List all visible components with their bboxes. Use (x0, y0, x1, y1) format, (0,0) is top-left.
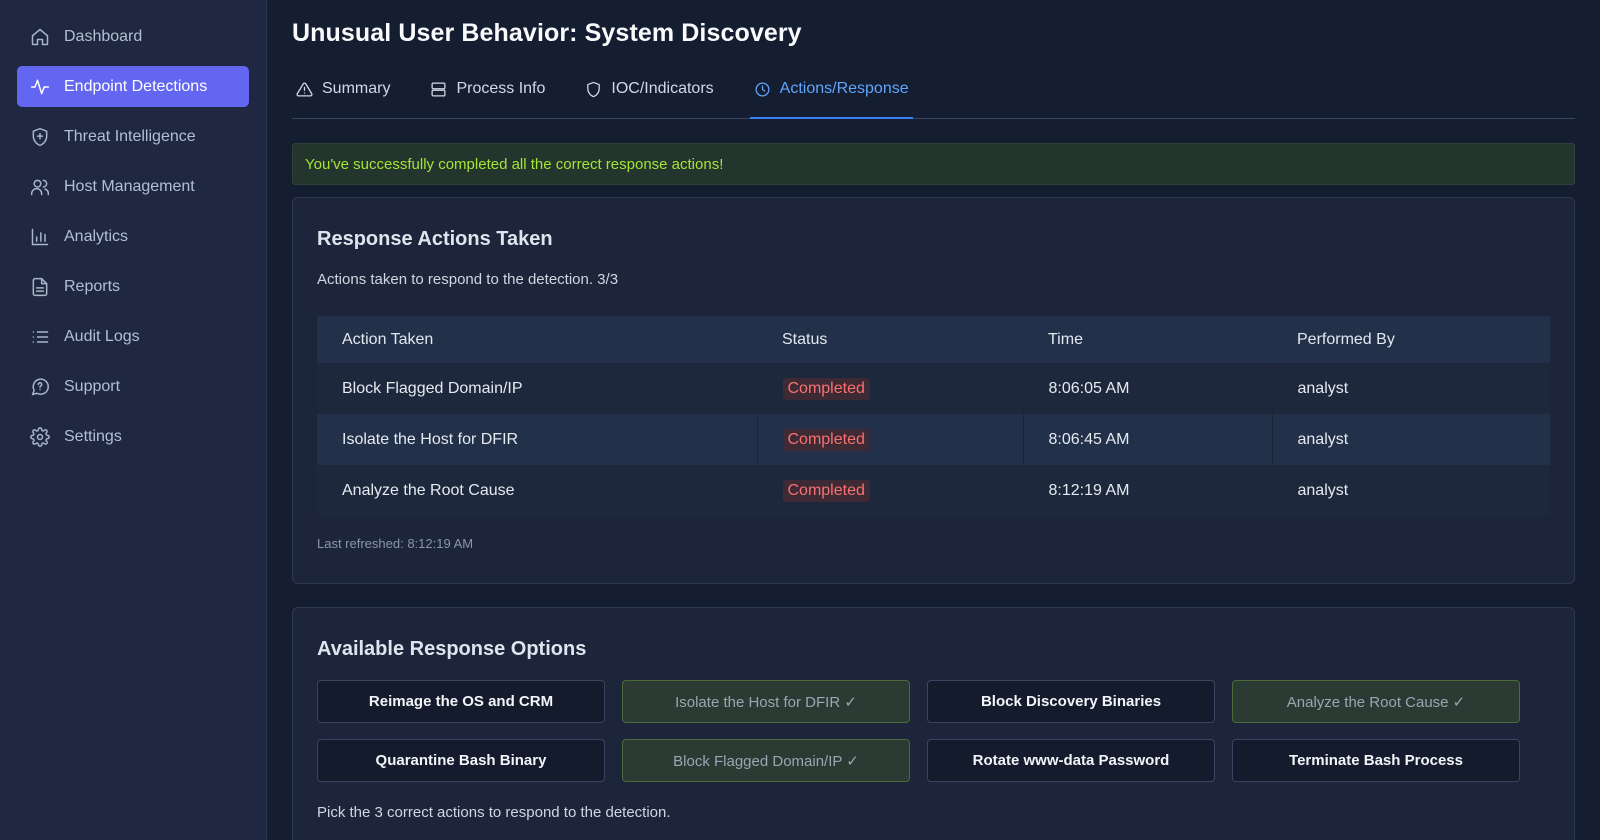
tab-actions-response[interactable]: Actions/Response (749, 80, 913, 119)
page-title: Unusual User Behavior: System Discovery (292, 19, 802, 47)
column-header: Action Taken (342, 330, 434, 348)
tab-bar: Summary Process Info IOC/Indicators Acti… (292, 80, 1575, 119)
sidebar-item-label: Endpoint Detections (64, 77, 208, 95)
table-header-row: Action Taken Status Time Performed By (317, 316, 1550, 363)
users-icon (29, 176, 51, 198)
performed-by-cell: analyst (1297, 481, 1349, 499)
chat-icon (29, 376, 51, 398)
time-cell: 8:06:05 AM (1023, 363, 1273, 414)
sidebar-item-dashboard[interactable]: Dashboard (17, 16, 249, 57)
list-icon (29, 326, 51, 348)
tab-ioc-indicators[interactable]: IOC/Indicators (581, 80, 717, 119)
sidebar-item-analytics[interactable]: Analytics (17, 216, 249, 257)
actions-table: Action Taken Status Time Performed By Bl… (317, 316, 1550, 516)
performed-by-cell: analyst (1297, 430, 1349, 448)
status-cell: Completed (757, 414, 1024, 465)
bar-chart-icon (29, 226, 51, 248)
success-alert: You've successfully completed all the co… (292, 143, 1575, 185)
sidebar-item-label: Analytics (64, 227, 129, 245)
sidebar: Dashboard Endpoint Detections Threat Int… (0, 0, 267, 840)
tab-label: Actions/Response (779, 80, 909, 97)
options-hint-text: Pick the 3 correct actions to respond to… (317, 804, 671, 821)
option-terminate-bash-button[interactable]: Terminate Bash Process (1232, 739, 1520, 782)
option-reimage-os-button[interactable]: Reimage the OS and CRM (317, 680, 605, 723)
sidebar-item-support[interactable]: Support (17, 366, 249, 407)
status-badge: Completed (782, 428, 870, 451)
performed-by-cell: analyst (1297, 379, 1349, 397)
table-row: Analyze the Root Cause Completed 8:12:19… (317, 465, 1550, 516)
column-header: Status (782, 330, 828, 348)
tab-label: Process Info (456, 80, 546, 97)
sidebar-item-label: Host Management (64, 177, 195, 195)
sidebar-item-endpoint-detections[interactable]: Endpoint Detections (17, 66, 249, 107)
server-icon (430, 81, 448, 99)
status-badge: Completed (782, 377, 870, 400)
document-icon (29, 276, 51, 298)
sidebar-item-settings[interactable]: Settings (17, 416, 249, 457)
table-row: Isolate the Host for DFIR Completed 8:06… (317, 414, 1550, 465)
status-cell: Completed (757, 363, 1024, 414)
option-quarantine-bash-button[interactable]: Quarantine Bash Binary (317, 739, 605, 782)
action-cell: Block Flagged Domain/IP (317, 363, 758, 414)
shield-plus-icon (29, 126, 51, 148)
gear-icon (29, 426, 51, 448)
last-refreshed-text: Last refreshed: 8:12:19 AM (317, 536, 474, 551)
card-description: Actions taken to respond to the detectio… (317, 271, 619, 288)
table-row: Block Flagged Domain/IP Completed 8:06:0… (317, 363, 1550, 414)
option-block-discovery-binaries-button[interactable]: Block Discovery Binaries (927, 680, 1215, 723)
option-rotate-password-button[interactable]: Rotate www-data Password (927, 739, 1215, 782)
clock-icon (754, 81, 772, 99)
sidebar-item-host-management[interactable]: Host Management (17, 166, 249, 207)
column-header: Performed By (1297, 330, 1395, 348)
option-isolate-host-button[interactable]: Isolate the Host for DFIR ✓ (622, 680, 910, 723)
sidebar-item-label: Reports (64, 277, 121, 295)
tab-summary[interactable]: Summary (292, 80, 394, 119)
option-block-domain-button[interactable]: Block Flagged Domain/IP ✓ (622, 739, 910, 782)
main-content: Unusual User Behavior: System Discovery … (292, 0, 1575, 840)
sidebar-item-label: Settings (64, 427, 122, 445)
tab-label: Summary (322, 80, 391, 97)
tab-process-info[interactable]: Process Info (426, 80, 549, 119)
sidebar-item-reports[interactable]: Reports (17, 266, 249, 307)
sidebar-item-label: Threat Intelligence (64, 127, 196, 145)
sidebar-item-threat-intelligence[interactable]: Threat Intelligence (17, 116, 249, 157)
tab-label: IOC/Indicators (611, 80, 714, 97)
card-title: Response Actions Taken (317, 228, 553, 250)
warning-icon (296, 81, 314, 99)
response-actions-card: Response Actions Taken Actions taken to … (292, 197, 1575, 584)
sidebar-item-audit-logs[interactable]: Audit Logs (17, 316, 249, 357)
action-cell: Isolate the Host for DFIR (317, 414, 758, 465)
column-header: Time (1048, 330, 1083, 348)
sidebar-item-label: Support (64, 377, 121, 395)
activity-icon (29, 76, 51, 98)
card-title: Available Response Options (317, 638, 587, 660)
sidebar-item-label: Audit Logs (64, 327, 140, 345)
home-icon (29, 26, 51, 48)
status-cell: Completed (757, 465, 1024, 516)
time-cell: 8:06:45 AM (1023, 414, 1273, 465)
status-badge: Completed (782, 479, 870, 502)
options-grid: Reimage the OS and CRM Isolate the Host … (317, 680, 1550, 782)
shield-icon (585, 81, 603, 99)
time-cell: 8:12:19 AM (1023, 465, 1273, 516)
response-options-card: Available Response Options Reimage the O… (292, 607, 1575, 840)
action-cell: Analyze the Root Cause (317, 465, 758, 516)
sidebar-item-label: Dashboard (64, 27, 143, 45)
option-analyze-root-cause-button[interactable]: Analyze the Root Cause ✓ (1232, 680, 1520, 723)
